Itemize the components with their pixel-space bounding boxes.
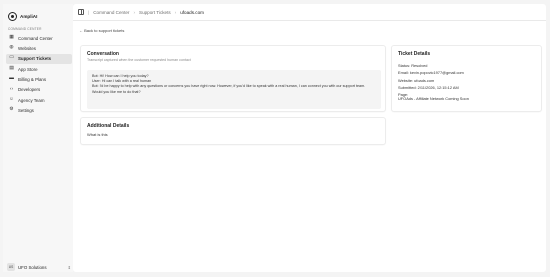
sidebar-nav: ▦ Command Center ◍ Websites ▭ Support Ti… bbox=[6, 33, 72, 116]
sidebar-item-label: Developers bbox=[18, 87, 41, 93]
sidebar-item-websites[interactable]: ◍ Websites bbox=[6, 43, 72, 53]
breadcrumb-current: ufoads.com bbox=[180, 9, 204, 15]
org-switcher[interactable]: US UFO Solutions ⇕ bbox=[7, 262, 71, 272]
additional-details-title: Additional Details bbox=[87, 123, 130, 129]
org-name: UFO Solutions bbox=[18, 264, 47, 270]
gear-icon: ⚙ bbox=[9, 107, 14, 113]
sidebar-item-support-tickets[interactable]: ▭ Support Tickets bbox=[6, 53, 72, 64]
logo-icon bbox=[8, 11, 17, 21]
conversation-subtitle: Transcript captured when the customer re… bbox=[87, 58, 191, 62]
org-avatar: US bbox=[7, 263, 15, 271]
sidebar-item-command-center[interactable]: ▦ Command Center bbox=[6, 33, 72, 43]
topbar: | Command Center › Support Tickets › ufo… bbox=[73, 4, 546, 21]
ticket-email: Email: kevin.popovic1977@gmail.com bbox=[398, 70, 464, 76]
ticket-status: Status: Resolved bbox=[398, 63, 428, 68]
sidebar: AmpliAI COMMAND CENTER ▦ Command Center … bbox=[3, 4, 73, 272]
breadcrumb-divider: | bbox=[88, 9, 90, 15]
additional-details-card: Additional Details What is this bbox=[80, 117, 386, 145]
app-frame: AmpliAI COMMAND CENTER ▦ Command Center … bbox=[0, 0, 550, 277]
globe-icon: ◍ bbox=[9, 44, 14, 50]
sidebar-item-label: Support Tickets bbox=[18, 56, 52, 62]
back-to-tickets-link[interactable]: ← Back to support tickets bbox=[79, 28, 124, 33]
sidebar-toggle-icon[interactable] bbox=[78, 9, 84, 15]
ticket-details-list: Status: Resolved Email: kevin.popovic197… bbox=[398, 63, 538, 104]
breadcrumb-separator: › bbox=[174, 9, 177, 15]
conversation-title: Conversation bbox=[87, 51, 119, 57]
sidebar-item-label: Settings bbox=[18, 108, 34, 114]
additional-details-text: What is this bbox=[87, 132, 108, 137]
sidebar-item-label: Websites bbox=[18, 45, 36, 51]
code-icon: ‹› bbox=[9, 86, 14, 92]
ticket-details-title: Ticket Details bbox=[398, 51, 431, 57]
ticket-submitted: Submitted: 2/11/2026, 12:15:12 AM bbox=[398, 85, 459, 91]
sidebar-item-settings[interactable]: ⚙ Settings bbox=[6, 106, 72, 116]
card-icon: ▬ bbox=[9, 76, 14, 82]
brand[interactable]: AmpliAI bbox=[8, 10, 37, 22]
sidebar-section-label: COMMAND CENTER bbox=[8, 27, 42, 31]
sidebar-item-agency-team[interactable]: ☺ Agency Team bbox=[6, 95, 72, 105]
sidebar-item-app-store[interactable]: ▤ App Store bbox=[6, 64, 72, 74]
transcript-box: Bot: Hi! How can I help you today? User:… bbox=[87, 70, 381, 109]
grid-icon: ▦ bbox=[9, 34, 14, 40]
breadcrumb-command-center[interactable]: Command Center bbox=[93, 10, 129, 15]
ticket-details-card: Ticket Details Status: Resolved Email: k… bbox=[391, 45, 542, 112]
conversation-card: Conversation Transcript captured when th… bbox=[80, 45, 386, 112]
breadcrumb-support-tickets[interactable]: Support Tickets bbox=[139, 10, 171, 15]
ticket-page: Page: UFOAds - Affiliate Network Coming … bbox=[398, 91, 469, 102]
transcript-line: Bot: I'd be happy to help with any quest… bbox=[92, 84, 366, 94]
sidebar-item-label: Agency Team bbox=[18, 97, 45, 103]
chevron-updown-icon: ⇕ bbox=[67, 264, 71, 270]
sidebar-item-label: Command Center bbox=[18, 35, 53, 41]
ticket-website: Website: ufoads.com bbox=[398, 77, 435, 83]
brand-name: AmpliAI bbox=[20, 13, 38, 19]
store-icon: ▤ bbox=[9, 65, 14, 71]
sidebar-item-developers[interactable]: ‹› Developers bbox=[6, 85, 72, 95]
main-content: | Command Center › Support Tickets › ufo… bbox=[73, 4, 546, 272]
sidebar-item-label: Billing & Plans bbox=[18, 77, 47, 83]
sidebar-item-label: App Store bbox=[18, 66, 38, 72]
ticket-icon: ▭ bbox=[9, 55, 14, 61]
team-icon: ☺ bbox=[9, 96, 14, 102]
sidebar-item-billing[interactable]: ▬ Billing & Plans bbox=[6, 75, 72, 85]
breadcrumb-separator: › bbox=[133, 9, 135, 15]
